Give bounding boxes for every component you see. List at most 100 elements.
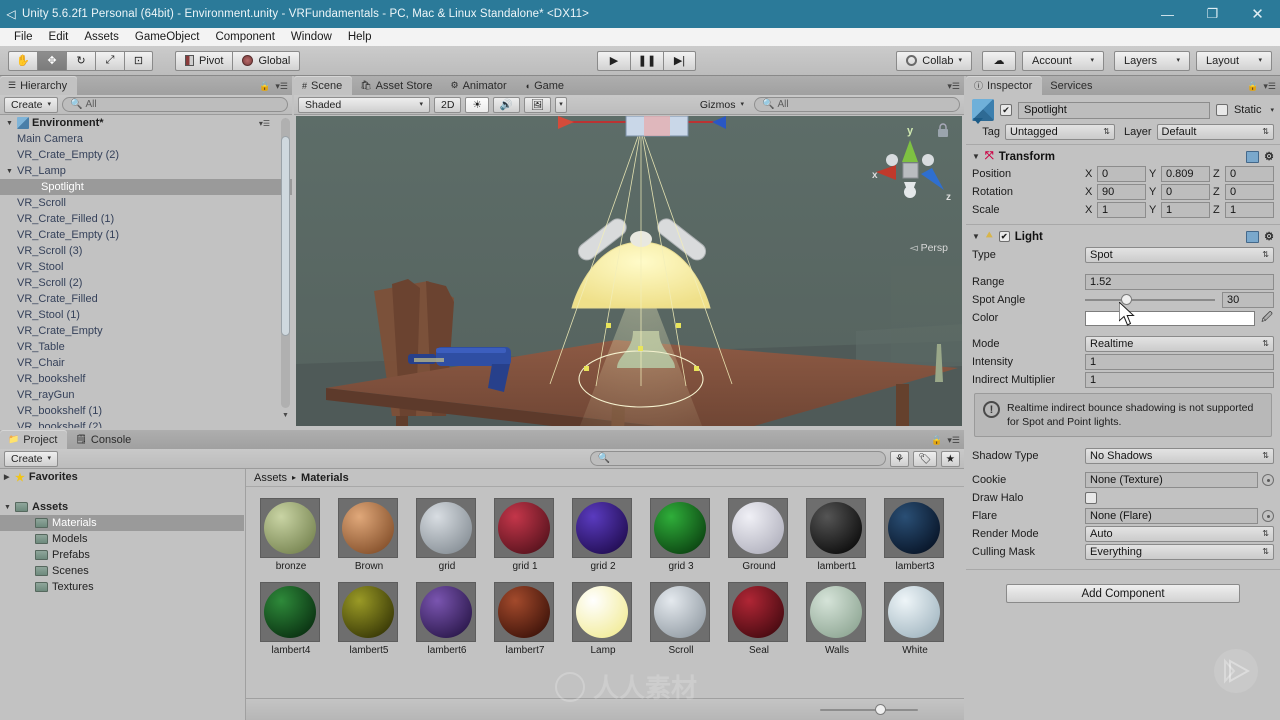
hierarchy-scrollbar[interactable] [281,118,290,408]
project-folder-materials[interactable]: Materials [0,515,244,531]
tab-project[interactable]: 📁 Project [0,430,68,449]
breadcrumb-materials[interactable]: Materials [301,472,349,484]
asset-item[interactable]: grid 1 [494,498,556,572]
hierarchy-item-vr-table[interactable]: VR_Table [0,339,292,355]
asset-thumbnail[interactable] [494,498,554,558]
add-component-button[interactable]: Add Component [1006,584,1240,604]
asset-item[interactable]: lambert3 [884,498,946,572]
tab-scene[interactable]: # Scene [294,76,353,95]
asset-thumbnail[interactable] [650,582,710,642]
static-checkbox[interactable] [1215,104,1228,116]
hierarchy-scene-menu-icon[interactable]: ▾☰ [259,119,270,128]
hierarchy-item-vr-scroll-2[interactable]: VR_Scroll (2) [0,275,292,291]
hierarchy-item-vr-crate-empty-1[interactable]: VR_Crate_Empty (1) [0,227,292,243]
hierarchy-create-button[interactable]: Create ▾ [4,96,59,113]
asset-thumbnail[interactable] [806,582,866,642]
cookie-input[interactable]: None (Texture) [1085,472,1258,489]
cookie-object-field[interactable]: None (Texture) [1085,472,1274,489]
light-range-input[interactable]: 1.52 [1085,274,1274,290]
project-folder-prefabs[interactable]: Prefabs [0,547,244,563]
breadcrumb-assets[interactable]: Assets [254,472,287,484]
hand-tool-icon[interactable]: ✋ [8,50,37,71]
scene-fx-toggle[interactable]: 🖼 [523,96,552,113]
chevron-down-icon[interactable]: ▼ [4,504,15,511]
tag-dropdown[interactable]: Untagged ⇅ [1005,124,1115,140]
hierarchy-item-vr-crate-filled[interactable]: VR_Crate_Filled [0,291,292,307]
tab-animator[interactable]: ⚙ Animator [443,76,517,95]
asset-thumbnail[interactable] [572,582,632,642]
hierarchy-scroll-down-icon[interactable]: ▼ [281,412,290,419]
step-button[interactable]: ▶| [663,50,696,71]
hierarchy-item-vr-lamp[interactable]: ▼ VR_Lamp [0,163,292,179]
scene-viewport[interactable]: y x z ◅ Persp [296,116,962,426]
scene-search-input[interactable]: 🔍 All [754,97,960,112]
scene-2d-toggle[interactable]: 2D [434,96,462,113]
asset-item[interactable]: Scroll [650,582,712,656]
object-enabled-checkbox[interactable]: ✔ [1000,104,1012,116]
pivot-toggle[interactable]: Pivot [175,50,233,71]
tab-game[interactable]: ◖ Game [517,76,574,95]
asset-item[interactable]: lambert6 [416,582,478,656]
scene-fx-dropdown[interactable]: ▾ [555,96,567,113]
asset-item[interactable]: lambert5 [338,582,400,656]
position-x-input[interactable]: 0 [1097,166,1146,182]
rotation-y-input[interactable]: 0 [1161,184,1210,200]
asset-thumbnail[interactable] [338,498,398,558]
spot-angle-knob[interactable] [1121,294,1132,305]
draw-halo-checkbox[interactable] [1085,492,1097,505]
flare-object-field[interactable]: None (Flare) [1085,508,1274,525]
light-color-swatch[interactable] [1085,310,1255,326]
hierarchy-item-vr-bookshelf-2[interactable]: VR_bookshelf (2) [0,419,292,428]
hierarchy-list[interactable]: ▼ Environment* ▾☰ Main Camera VR_Crate_Empty… [0,115,292,428]
scene-tab-options[interactable]: ▾☰ [947,81,960,92]
hierarchy-item-main-camera[interactable]: Main Camera [0,131,292,147]
chevron-down-icon[interactable]: ▼ [972,232,980,241]
hierarchy-item-vr-stool-1[interactable]: VR_Stool (1) [0,307,292,323]
gear-icon[interactable]: ⚙ [1264,230,1274,243]
rotate-tool-icon[interactable]: ↻ [66,50,95,71]
asset-item[interactable]: grid [416,498,478,572]
minimize-icon[interactable]: — [1145,0,1190,28]
menu-help[interactable]: Help [340,30,380,44]
asset-item[interactable]: grid 2 [572,498,634,572]
light-spot-angle-input[interactable]: 30 [1222,292,1274,308]
asset-item[interactable]: White [884,582,946,656]
menu-component[interactable]: Component [207,30,282,44]
asset-zoom-knob[interactable] [875,703,886,715]
transform-component-header[interactable]: ▼ ⤧ Transform ⚙ [966,148,1280,165]
tab-console[interactable]: 🗒 Console [67,430,141,449]
scene-camera-mode[interactable]: ◅ Persp [910,242,948,254]
play-button[interactable]: ▶ [597,50,630,71]
scene-gizmos-dropdown[interactable]: Gizmos ▾ [694,97,750,113]
chevron-down-icon[interactable]: ▼ [6,168,17,175]
eyedropper-icon[interactable]: 🖉 [1260,309,1274,328]
project-folder-textures[interactable]: Textures [0,579,244,595]
menu-window[interactable]: Window [283,30,340,44]
scale-z-input[interactable]: 1 [1225,202,1274,218]
close-icon[interactable]: ✕ [1235,0,1280,28]
lock-icon[interactable]: 🔒 [259,81,270,92]
project-folder-scenes[interactable]: Scenes [0,563,244,579]
hierarchy-item-vr-raygun[interactable]: VR_rayGun [0,387,292,403]
asset-item[interactable]: lambert1 [806,498,868,572]
help-icon[interactable] [1246,150,1260,163]
hierarchy-item-vr-crate-empty[interactable]: VR_Crate_Empty [0,323,292,339]
scene-draw-mode-dropdown[interactable]: Shaded ▾ [298,96,430,113]
asset-grid[interactable]: bronze Brown grid grid 1 grid 2 grid 3 Ground l… [246,488,964,698]
light-indirect-input[interactable]: 1 [1085,372,1274,388]
favorite-filter-icon[interactable]: ★ [940,450,960,467]
maximize-icon[interactable]: ❐ [1190,0,1235,28]
menu-assets[interactable]: Assets [76,30,127,44]
asset-thumbnail[interactable] [260,582,320,642]
project-search-input[interactable]: 🔍 [589,451,886,466]
hierarchy-item-vr-chair[interactable]: VR_Chair [0,355,292,371]
project-folder-assets[interactable]: ▼ Assets [0,499,244,515]
hierarchy-item-spotlight[interactable]: Spotlight [0,179,292,195]
scale-y-input[interactable]: 1 [1161,202,1210,218]
account-button[interactable]: Account ▾ [1022,50,1104,71]
light-intensity-input[interactable]: 1 [1085,354,1274,370]
panel-menu-icon[interactable]: ▾☰ [275,81,288,92]
scene-lighting-toggle[interactable]: ☀ [465,96,489,113]
tab-inspector[interactable]: ⓘ Inspector [966,76,1043,95]
position-y-input[interactable]: 0.809 [1161,166,1210,182]
